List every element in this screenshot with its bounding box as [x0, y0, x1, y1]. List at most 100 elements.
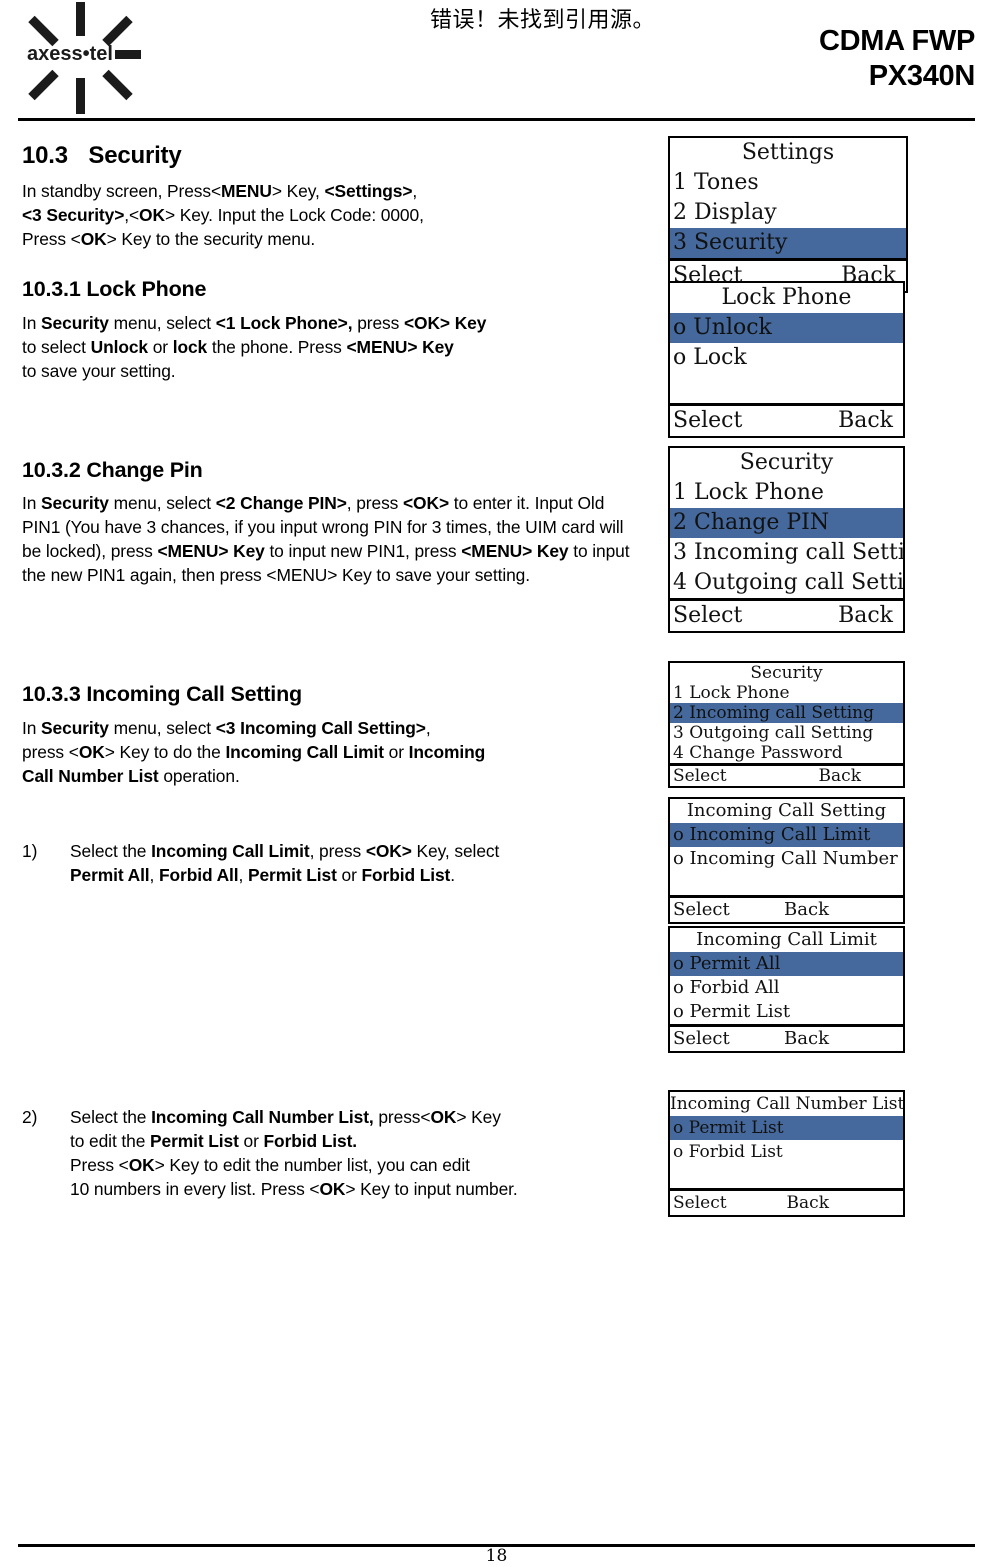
text-frag-bold: <MENU> Key — [346, 336, 454, 357]
text-frag-bold: <OK> Key — [403, 313, 487, 333]
list-marker: 1) — [22, 841, 38, 861]
screen-menu-item[interactable]: 1 Lock Phone — [670, 683, 903, 703]
screen-menu-item-selected[interactable]: 3 Security — [670, 228, 906, 258]
screen-menu-item[interactable]: 4 Change Password — [670, 743, 903, 763]
screen-menu-item — [670, 871, 903, 895]
text-frag-bold: Incoming Call Number List, — [151, 1107, 374, 1127]
text-frag-bold: Forbid List — [361, 864, 451, 885]
text-frag: to edit the — [70, 1130, 151, 1151]
text-frag: the phone. Press — [207, 336, 347, 357]
text-frag: menu, select — [108, 313, 216, 333]
heading-10-3-2: 10.3.2 Change Pin — [22, 458, 203, 482]
softkey-select[interactable]: Select — [673, 898, 730, 922]
screen-title: Security — [750, 663, 823, 683]
softkey-select[interactable]: Select — [673, 1027, 730, 1051]
page-number: 18 — [485, 1546, 508, 1566]
screen-menu-item-selected[interactable]: o Permit List — [670, 1116, 903, 1140]
screen-title: Lock Phone — [721, 285, 852, 310]
text-frag-bold: <MENU> Key — [461, 540, 569, 561]
text-frag: > Key to do the — [104, 741, 226, 762]
screen-menu-item[interactable]: o Incoming Call Number List — [670, 847, 903, 871]
screen-title: Security — [739, 450, 834, 475]
text-frag: or — [383, 741, 409, 762]
paragraph-10-3: In standby screen, Press<MENU> Key, <Set… — [22, 180, 642, 252]
paragraph-10-3-3: In Security menu, select <3 Incoming Cal… — [22, 717, 652, 789]
text-frag-bold: OK — [139, 204, 165, 225]
text-frag-bold: lock — [172, 336, 208, 357]
text-frag-bold: Security — [41, 718, 109, 738]
softkey-select[interactable]: Select — [673, 1191, 727, 1215]
text-frag-bold: OK — [78, 741, 105, 762]
screen-menu-item — [670, 1164, 903, 1188]
text-frag: ,< — [124, 204, 140, 225]
screen-menu-item-selected[interactable]: 2 Incoming call Setting — [670, 703, 903, 723]
heading-10-3: 10.3 Security — [22, 142, 182, 170]
text-frag-bold: <Settings> — [324, 181, 413, 201]
text-frag: In — [22, 313, 42, 333]
screen-menu-item-selected[interactable]: o Permit All — [670, 952, 903, 976]
text-frag: > Key to input number. — [345, 1178, 518, 1199]
screen-menu-item[interactable]: 4 Outgoing call Setting — [670, 568, 903, 598]
screen-title: Incoming Call Limit — [696, 929, 877, 950]
softkey-back[interactable]: Back — [787, 1191, 829, 1215]
screen-menu-item-selected[interactable]: 2 Change PIN — [670, 508, 903, 538]
softkey-back[interactable]: Back — [784, 1027, 829, 1051]
softkey-back[interactable]: Back — [784, 898, 829, 922]
screen-menu-item[interactable]: o Permit List — [670, 1000, 903, 1024]
screen-menu-item-selected[interactable]: o Incoming Call Limit — [670, 823, 903, 847]
text-frag-bold: Incoming Call Limit — [151, 841, 310, 861]
softkey-back[interactable]: Back — [838, 601, 893, 631]
text-frag: or — [336, 864, 362, 885]
text-frag: press < — [22, 741, 79, 762]
text-frag-bold: Security — [41, 493, 109, 513]
text-frag-bold: Forbid All — [159, 864, 239, 885]
logo-wordmark: axess•tel — [27, 43, 113, 65]
text-frag: menu, select — [108, 718, 216, 738]
screen-menu-item[interactable]: o Lock — [670, 343, 903, 373]
page-header: axess•tel 错误！未找到引用源。 CDMA FWP PX340N — [0, 0, 993, 122]
screen-menu-item[interactable]: 1 Tones — [670, 168, 906, 198]
text-frag-bold: Incoming — [408, 741, 486, 762]
softkey-back[interactable]: Back — [838, 406, 893, 436]
phone-screen-lock-phone: Lock Phone o Unlock o Lock Select Back — [668, 281, 905, 438]
screen-menu-item[interactable]: 1 Lock Phone — [670, 478, 903, 508]
phone-screen-settings: Settings 1 Tones 2 Display 3 Security Select… — [668, 136, 908, 293]
phone-screen-incoming-call-limit: Incoming Call Limit o Permit All o Forbid … — [668, 926, 905, 1053]
text-frag: , — [425, 718, 431, 738]
text-frag: In standby screen, Press< — [22, 181, 222, 201]
softkey-select[interactable]: Select — [673, 766, 727, 786]
softkey-select[interactable]: Select — [673, 406, 742, 436]
screen-menu-item[interactable]: 3 Incoming call Setting — [670, 538, 903, 568]
screen-softkey-bar: Select Back — [670, 601, 903, 631]
text-frag: menu, select — [108, 493, 216, 513]
text-frag-bold: <3 Security> — [22, 204, 125, 225]
text-frag: In — [22, 718, 42, 738]
screen-title: Incoming Call Number List — [670, 1094, 903, 1114]
product-title-line2: PX340N — [868, 60, 976, 93]
screen-menu-item[interactable]: o Forbid List — [670, 1140, 903, 1164]
text-frag-bold: OK — [80, 228, 107, 249]
text-frag-bold: <OK> — [403, 493, 449, 513]
text-frag: > Key, — [271, 181, 325, 201]
text-frag-bold: <MENU> Key — [157, 540, 265, 561]
text-frag: Press < — [22, 228, 81, 249]
text-frag: , — [149, 864, 160, 885]
screen-menu-item[interactable]: 3 Outgoing call Setting — [670, 723, 903, 743]
screen-menu-item[interactable]: o Forbid All — [670, 976, 903, 1000]
heading-10-3-1: 10.3.1 Lock Phone — [22, 277, 207, 301]
screen-menu-item-selected[interactable]: o Unlock — [670, 313, 903, 343]
softkey-select[interactable]: Select — [673, 601, 742, 631]
header-divider — [18, 118, 975, 121]
screen-softkey-bar: Select Back — [670, 1027, 903, 1051]
screen-softkey-bar: Select Back — [670, 766, 903, 786]
text-frag: > Key — [456, 1107, 501, 1127]
text-frag-bold: Security — [41, 313, 109, 333]
softkey-back[interactable]: Back — [819, 766, 861, 786]
text-frag-bold: OK — [128, 1154, 155, 1175]
text-frag: to save your setting. — [22, 360, 176, 381]
screen-menu-item[interactable]: 2 Display — [670, 198, 906, 228]
screen-softkey-bar: Select Back — [670, 1191, 903, 1215]
product-title-line1: CDMA FWP — [819, 25, 975, 57]
text-frag: > Key to edit the number list, you can e… — [154, 1154, 470, 1175]
screen-softkey-bar: Select Back — [670, 406, 903, 436]
